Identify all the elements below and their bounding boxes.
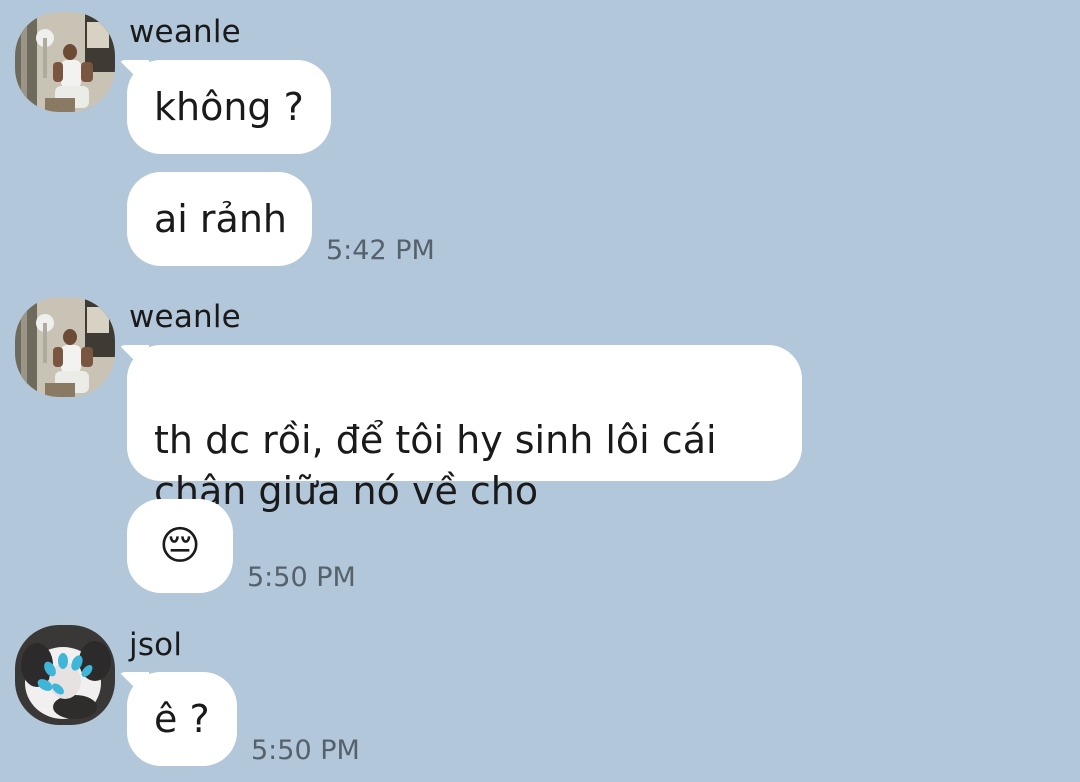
message-text: không ? (154, 84, 304, 129)
message-bubble[interactable]: 😔 (127, 499, 233, 593)
message-bubble[interactable]: ê ? (127, 672, 237, 766)
pensive-face-emoji: 😔 (159, 523, 201, 569)
message-bubble[interactable]: th dc rồi, để tôi hy sinh lôi cái chân g… (127, 345, 802, 513)
message-text: th dc rồi, để tôi hy sinh lôi cái chân g… (154, 418, 717, 513)
message-text: ê ? (154, 696, 210, 741)
avatar-photo (15, 625, 115, 725)
avatar-weanle[interactable] (15, 297, 115, 397)
message-bubble[interactable]: ai rảnh (127, 172, 312, 266)
sender-name: jsol (129, 627, 183, 663)
message-timestamp: 5:50 PM (251, 735, 360, 766)
message-timestamp: 5:50 PM (247, 562, 356, 593)
avatar-photo (15, 297, 115, 397)
avatar-weanle[interactable] (15, 12, 115, 112)
sender-name: weanle (129, 14, 241, 50)
message-bubble[interactable]: không ? (127, 60, 331, 154)
avatar-photo (15, 12, 115, 112)
sender-name: weanle (129, 299, 241, 335)
message-text: ai rảnh (154, 196, 287, 241)
avatar-jsol[interactable] (15, 625, 115, 725)
chat-message-list[interactable]: weanle không ? ai rảnh 5:42 PM weanle th… (0, 0, 1080, 782)
message-timestamp: 5:42 PM (326, 235, 435, 266)
